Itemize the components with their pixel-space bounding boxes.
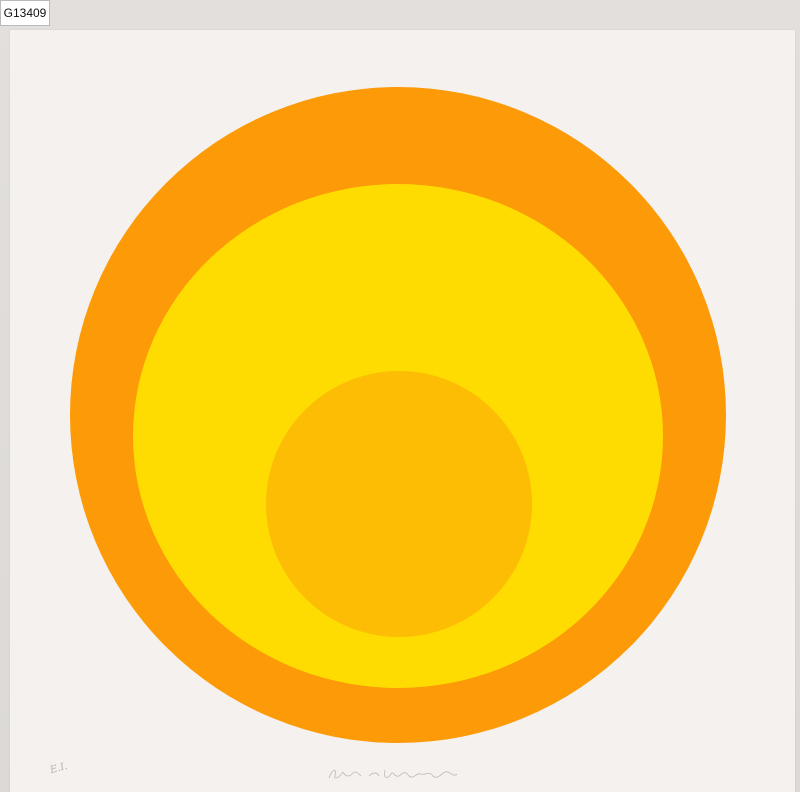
concentric-circles-artwork (70, 87, 726, 743)
museum-photo: G13409 E.I. (0, 0, 800, 792)
catalog-label: G13409 (0, 0, 50, 26)
inner-amber-circle (266, 371, 532, 637)
artist-signature (328, 769, 458, 779)
